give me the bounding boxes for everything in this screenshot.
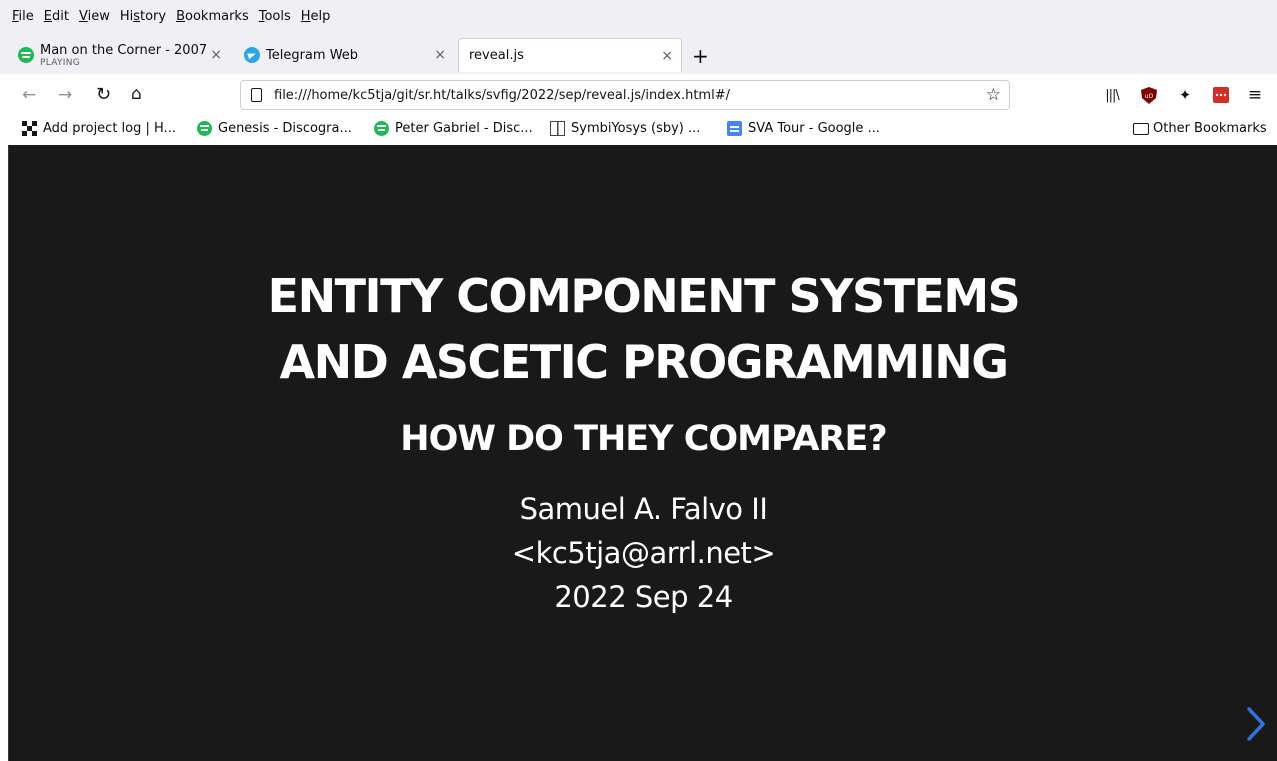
spotify-icon xyxy=(374,121,389,136)
bookmark-label: SVA Tour - Google ... xyxy=(748,121,880,136)
author-name: Samuel A. Falvo II xyxy=(519,492,768,526)
slide-viewport: ENTITY COMPONENT SYSTEMS AND ASCETIC PRO… xyxy=(8,145,1277,761)
slide-author-block: Samuel A. Falvo II <kc5tja@arrl.net> 202… xyxy=(9,487,1277,619)
tab-spotify[interactable]: Man on the Corner - 2007 PLAYING × xyxy=(8,38,230,72)
lastpass-icon[interactable] xyxy=(1212,86,1230,104)
menu-bookmarks[interactable]: Bookmarks xyxy=(176,9,249,24)
bookmark-star-icon[interactable]: ☆ xyxy=(986,85,1001,105)
url-text[interactable]: file:///home/kc5tja/git/sr.ht/talks/svfi… xyxy=(274,88,730,103)
tab-title: Man on the Corner - 2007 xyxy=(40,42,208,58)
slide-subtitle: HOW DO THEY COMPARE? xyxy=(400,419,887,459)
bookmark-item[interactable]: Peter Gabriel - Disc... xyxy=(374,121,533,136)
menu-tools[interactable]: Tools xyxy=(259,9,291,24)
spotify-icon xyxy=(18,47,34,63)
reload-icon[interactable]: ↻ xyxy=(96,84,111,105)
url-bar[interactable]: file:///home/kc5tja/git/sr.ht/talks/svfi… xyxy=(240,80,1010,110)
tab-reveal[interactable]: reveal.js × xyxy=(458,38,682,72)
other-bookmarks[interactable]: Other Bookmarks xyxy=(1133,121,1267,136)
tab-title: Telegram Web xyxy=(266,47,359,63)
slide-title-line: AND ASCETIC PROGRAMMING xyxy=(279,335,1009,389)
telegram-icon xyxy=(244,47,260,63)
bookmark-item[interactable]: Add project log | H... xyxy=(22,121,176,136)
tab-close-icon[interactable]: × xyxy=(434,47,446,63)
nav-bar: ← → ↻ ⌂ file:///home/kc5tja/git/sr.ht/ta… xyxy=(0,74,1277,117)
library-icon[interactable]: |||\ xyxy=(1103,86,1121,104)
folder-icon xyxy=(1133,122,1149,135)
book-icon xyxy=(550,121,565,136)
other-bookmarks-label: Other Bookmarks xyxy=(1153,121,1267,136)
bookmark-item[interactable]: Genesis - Discogra... xyxy=(197,121,352,136)
new-tab-button[interactable]: + xyxy=(692,44,709,68)
ublock-icon[interactable]: uO xyxy=(1140,86,1158,104)
tab-text: reveal.js xyxy=(469,48,524,63)
tab-playing-label: PLAYING xyxy=(40,57,81,68)
slide-title-line: ENTITY COMPONENT SYSTEMS xyxy=(267,269,1021,323)
tab-telegram[interactable]: Telegram Web × xyxy=(234,38,454,72)
bookmark-label: Add project log | H... xyxy=(43,121,176,136)
hamburger-menu-icon[interactable]: ≡ xyxy=(1246,85,1264,105)
tab-close-icon[interactable]: × xyxy=(661,48,673,64)
spotify-icon xyxy=(197,121,212,136)
menu-history[interactable]: History xyxy=(120,9,166,24)
menu-view[interactable]: View xyxy=(79,9,110,24)
author-email: <kc5tja@arrl.net> xyxy=(511,536,776,570)
bookmarks-bar: Add project log | H... Genesis - Discogr… xyxy=(0,116,1277,144)
qr-icon xyxy=(22,121,37,136)
tab-text: Telegram Web xyxy=(266,48,358,63)
bookmark-item[interactable]: SymbiYosys (sby) ... xyxy=(550,121,700,136)
next-slide-arrow-icon[interactable] xyxy=(1246,707,1266,741)
google-docs-icon xyxy=(727,121,742,136)
bookmark-label: Genesis - Discogra... xyxy=(218,121,352,136)
tab-title: reveal.js xyxy=(469,48,524,63)
pin-icon[interactable]: ✦ xyxy=(1176,86,1194,104)
menu-help[interactable]: Help xyxy=(301,9,331,24)
menu-edit[interactable]: Edit xyxy=(44,9,69,24)
forward-icon[interactable]: → xyxy=(58,85,72,105)
svg-text:uO: uO xyxy=(1145,93,1154,100)
bookmark-label: Peter Gabriel - Disc... xyxy=(395,121,533,136)
page-icon xyxy=(251,88,262,102)
slide-title: ENTITY COMPONENT SYSTEMS AND ASCETIC PRO… xyxy=(9,263,1277,395)
tab-close-icon[interactable]: × xyxy=(210,47,222,63)
bookmark-label: SymbiYosys (sby) ... xyxy=(571,121,701,136)
home-icon[interactable]: ⌂ xyxy=(131,84,142,104)
tab-strip: Man on the Corner - 2007 PLAYING × Teleg… xyxy=(0,32,1277,74)
presentation-date: 2022 Sep 24 xyxy=(554,580,733,614)
bookmark-item[interactable]: SVA Tour - Google ... xyxy=(727,121,880,136)
menu-bar: File Edit View History Bookmarks Tools H… xyxy=(0,0,1277,32)
tab-text: Man on the Corner - 2007 PLAYING xyxy=(40,43,210,68)
menu-file[interactable]: File xyxy=(12,9,34,24)
back-icon[interactable]: ← xyxy=(22,85,36,105)
